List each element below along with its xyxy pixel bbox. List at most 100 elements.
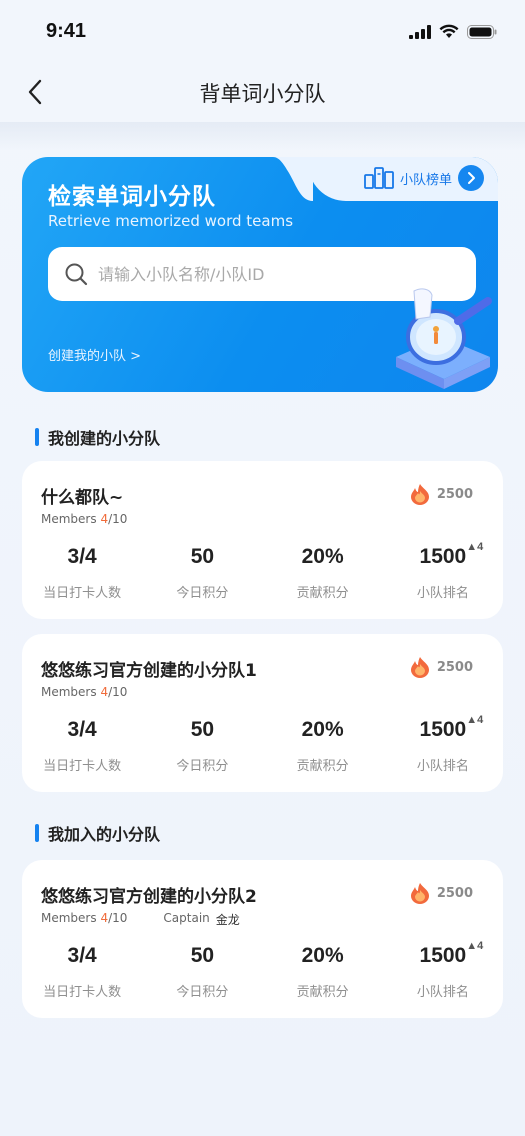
members-label: Members bbox=[41, 911, 97, 925]
stat-rank: 1500 ▲4 小队排名 bbox=[383, 714, 503, 774]
flame-icon bbox=[410, 484, 429, 505]
score-value: 2500 bbox=[436, 486, 473, 502]
team-score: 2500 bbox=[409, 882, 473, 904]
page-title: 背单词小分队 bbox=[199, 82, 326, 106]
members-current: 4 bbox=[100, 685, 109, 699]
flame-icon bbox=[410, 883, 429, 904]
stat-today-points: 50 今日积分 bbox=[142, 545, 262, 601]
ranking-icon bbox=[364, 167, 394, 189]
members-total: /10 bbox=[108, 685, 128, 699]
battery-icon bbox=[467, 24, 497, 39]
team-name: 悠悠练习官方创建的小分队2 bbox=[41, 887, 257, 907]
search-illustration bbox=[396, 288, 492, 389]
team-score: 2500 bbox=[409, 483, 473, 505]
stat-value: 50 bbox=[190, 545, 215, 568]
ranking-arrow-button[interactable] bbox=[458, 165, 484, 191]
score-value: 2500 bbox=[436, 659, 473, 675]
ranking-link[interactable]: 小队榜单 bbox=[364, 165, 484, 191]
members-count: Members 4/10 bbox=[41, 512, 127, 526]
members-count: Members 4/10 Captain 金龙 bbox=[41, 911, 240, 928]
stat-label: 小队排名 bbox=[416, 985, 469, 1000]
stat-value: 1500 ▲4 bbox=[383, 940, 503, 968]
stat-value: 20% bbox=[301, 545, 344, 568]
nav-bar: 背单词小分队 bbox=[0, 62, 525, 122]
section-marker bbox=[35, 824, 39, 842]
stat-value: 3/4 bbox=[67, 718, 97, 741]
members-current: 4 bbox=[100, 911, 109, 925]
search-input[interactable] bbox=[98, 264, 438, 284]
stat-label: 今日积分 bbox=[176, 759, 229, 774]
hero-title: 检索单词小分队 bbox=[48, 184, 216, 210]
stat-label: 当日打卡人数 bbox=[43, 759, 122, 774]
stat-value: 50 bbox=[190, 944, 215, 967]
members-label: Members bbox=[41, 685, 97, 699]
wifi-icon bbox=[439, 24, 459, 38]
stat-contribution: 20% 贡献积分 bbox=[263, 944, 383, 1000]
stat-label: 今日积分 bbox=[176, 985, 229, 1000]
stat-label: 小队排名 bbox=[416, 586, 469, 601]
stat-checkin: 3/4 当日打卡人数 bbox=[22, 944, 142, 1000]
team-stats: 3/4 当日打卡人数 50 今日积分 20% 贡献积分 1500 ▲4 小队排名 bbox=[22, 541, 503, 601]
rank-value: 1500 bbox=[419, 545, 467, 568]
section-header-joined: 我加入的小分队 bbox=[35, 821, 160, 845]
stat-label: 贡献积分 bbox=[296, 759, 349, 774]
search-hero-card: 小队榜单 检索单词小分队 Retrieve memorized word tea… bbox=[22, 157, 498, 392]
section-title-created: 我创建的小分队 bbox=[48, 429, 161, 448]
team-card[interactable]: 悠悠练习官方创建的小分队2 2500 Members 4/10 Captain … bbox=[22, 860, 503, 1018]
members-total: /10 bbox=[108, 512, 128, 526]
team-card[interactable]: 悠悠练习官方创建的小分队1 2500 Members 4/10 3/4 当日打卡… bbox=[22, 634, 503, 792]
rank-change-value: 4 bbox=[477, 940, 484, 952]
rank-value: 1500 bbox=[419, 944, 467, 967]
ranking-tab-curve bbox=[273, 157, 313, 201]
stat-rank: 1500 ▲4 小队排名 bbox=[383, 940, 503, 1000]
status-icons bbox=[409, 24, 497, 39]
stat-label: 贡献积分 bbox=[296, 985, 349, 1000]
stat-label: 今日积分 bbox=[176, 586, 229, 601]
score-value: 2500 bbox=[436, 885, 473, 901]
signal-icon bbox=[409, 24, 431, 39]
stat-label: 贡献积分 bbox=[296, 586, 349, 601]
captain-label: Captain bbox=[163, 911, 210, 925]
chevron-right-icon bbox=[468, 172, 475, 184]
stat-rank: 1500 ▲4 小队排名 bbox=[383, 541, 503, 601]
team-stats: 3/4 当日打卡人数 50 今日积分 20% 贡献积分 1500 ▲4 小队排名 bbox=[22, 714, 503, 774]
members-total: /10 bbox=[108, 911, 128, 925]
members-label: Members bbox=[41, 512, 97, 526]
nav-divider bbox=[0, 122, 525, 150]
rank-change: ▲4 bbox=[466, 541, 484, 553]
rank-change: ▲4 bbox=[466, 714, 484, 726]
team-score: 2500 bbox=[409, 656, 473, 678]
rank-change-value: 4 bbox=[477, 714, 484, 726]
stat-checkin: 3/4 当日打卡人数 bbox=[22, 545, 142, 601]
captain-name: 金龙 bbox=[215, 913, 240, 927]
stat-label: 当日打卡人数 bbox=[43, 586, 122, 601]
stat-label: 当日打卡人数 bbox=[43, 985, 122, 1000]
stat-today-points: 50 今日积分 bbox=[142, 944, 262, 1000]
team-card[interactable]: 什么都队~ 2500 Members 4/10 3/4 当日打卡人数 50 今日… bbox=[22, 461, 503, 619]
search-icon bbox=[65, 263, 88, 286]
create-team-link[interactable]: 创建我的小队 > bbox=[48, 345, 141, 364]
stat-value: 1500 ▲4 bbox=[383, 714, 503, 742]
section-marker bbox=[35, 428, 39, 446]
stat-today-points: 50 今日积分 bbox=[142, 718, 262, 774]
stat-contribution: 20% 贡献积分 bbox=[263, 545, 383, 601]
members-count: Members 4/10 bbox=[41, 685, 127, 699]
stat-value: 20% bbox=[301, 944, 344, 967]
rank-value: 1500 bbox=[419, 718, 467, 741]
status-bar: 9:41 bbox=[0, 0, 525, 70]
stat-value: 50 bbox=[190, 718, 215, 741]
stat-value: 20% bbox=[301, 718, 344, 741]
stat-checkin: 3/4 当日打卡人数 bbox=[22, 718, 142, 774]
ranking-label: 小队榜单 bbox=[399, 172, 452, 188]
team-stats: 3/4 当日打卡人数 50 今日积分 20% 贡献积分 1500 ▲4 小队排名 bbox=[22, 940, 503, 1000]
hero-subtitle: Retrieve memorized word teams bbox=[48, 212, 294, 230]
status-time: 9:41 bbox=[46, 20, 87, 42]
rank-change-value: 4 bbox=[477, 541, 484, 553]
team-name: 悠悠练习官方创建的小分队1 bbox=[41, 661, 257, 681]
members-current: 4 bbox=[100, 512, 109, 526]
stat-value: 1500 ▲4 bbox=[383, 541, 503, 569]
flame-icon bbox=[410, 657, 429, 678]
stat-contribution: 20% 贡献积分 bbox=[263, 718, 383, 774]
stat-label: 小队排名 bbox=[416, 759, 469, 774]
rank-change: ▲4 bbox=[466, 940, 484, 952]
